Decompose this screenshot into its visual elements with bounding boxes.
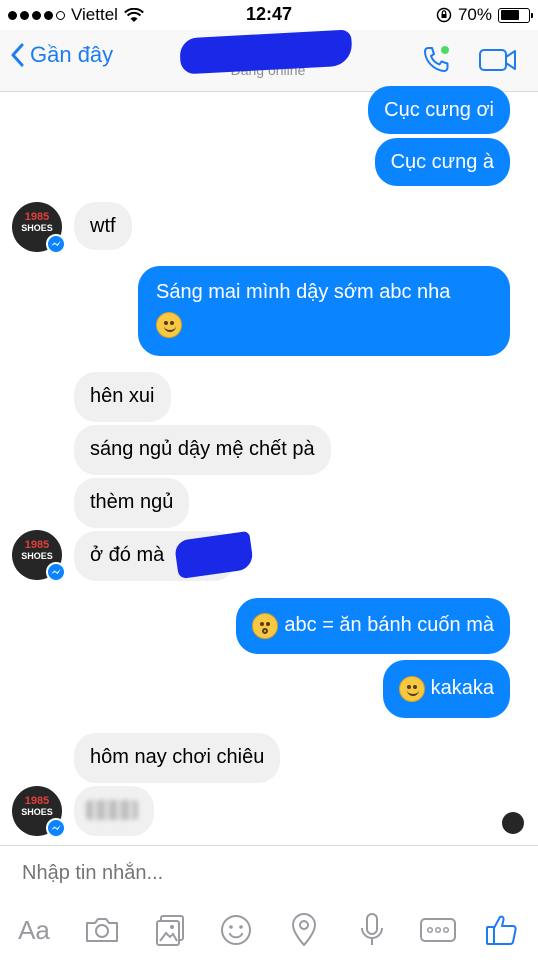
composer: Aa	[0, 845, 538, 960]
message-text: Cục cưng ơi	[384, 99, 494, 121]
message-incoming[interactable]: hôm nay chơi chiêu	[74, 733, 281, 783]
blurred-content	[86, 800, 138, 820]
camera-icon	[86, 918, 118, 942]
microphone-icon	[361, 913, 383, 945]
battery-fill	[500, 10, 520, 20]
messenger-badge-icon	[46, 818, 66, 838]
more-options-icon	[420, 918, 456, 942]
contact-title[interactable]: Đang online	[179, 29, 356, 84]
message-text: Cục cưng à	[390, 151, 494, 173]
message-text: ở đó mà	[90, 544, 165, 566]
back-label: Gần đây	[30, 42, 114, 67]
orientation-lock-icon	[436, 7, 452, 23]
chevron-left-icon	[11, 43, 24, 67]
message-outgoing[interactable]: Sáng mai mình dậy sớm abc nha	[138, 266, 510, 356]
message-incoming[interactable]: thèm ngủ	[74, 478, 190, 528]
conversation-header: Gần đây Đang online	[0, 29, 538, 92]
message-text: abc = ăn bánh cuốn mà	[284, 614, 494, 636]
message-text: sáng ngủ dậy mệ chết pà	[90, 438, 315, 460]
battery-icon	[498, 7, 533, 23]
smiley-icon	[221, 915, 251, 945]
message-text: thèm ngủ	[90, 491, 174, 513]
message-input[interactable]	[22, 862, 502, 885]
flushed-emoji-icon	[252, 612, 279, 639]
back-button[interactable]: Gần đây	[10, 42, 113, 68]
thumbs-up-icon	[486, 915, 517, 945]
message-text: Sáng mai mình dậy sớm abc nha	[156, 281, 451, 303]
messenger-badge-icon	[46, 562, 66, 582]
video-call-icon[interactable]	[478, 46, 518, 74]
message-text: wtf	[90, 215, 116, 237]
photo-gallery-icon	[156, 915, 184, 946]
like-button[interactable]	[482, 910, 522, 950]
message-text: kakaka	[430, 677, 494, 699]
message-incoming[interactable]: wtf	[74, 202, 132, 250]
wink-emoji-icon	[156, 312, 182, 338]
message-incoming[interactable]: sáng ngủ dậy mệ chết pà	[74, 425, 331, 475]
message-text: hôm nay chơi chiêu	[90, 746, 265, 768]
text-format-button[interactable]: Aa	[14, 910, 54, 950]
message-outgoing[interactable]: kakaka	[382, 660, 510, 718]
gallery-button[interactable]	[150, 910, 190, 950]
messenger-badge-icon	[46, 234, 66, 254]
message-outgoing[interactable]: Cục cưng à	[374, 138, 510, 186]
nav-actions	[420, 44, 518, 76]
battery-percent: 70%	[457, 5, 492, 24]
voice-button[interactable]	[352, 910, 392, 950]
seen-avatar	[502, 812, 524, 834]
message-incoming-blurred[interactable]	[74, 786, 154, 836]
message-outgoing[interactable]: Cục cưng ơi	[368, 86, 510, 134]
message-text: hên xui	[90, 385, 155, 407]
message-incoming[interactable]: hên xui	[74, 372, 171, 422]
tears-of-joy-emoji-icon	[398, 675, 425, 702]
phone-call-icon[interactable]	[420, 44, 452, 76]
more-button[interactable]	[418, 910, 458, 950]
composer-toolbar: Aa	[0, 910, 538, 954]
location-button[interactable]	[284, 910, 324, 950]
location-pin-icon	[291, 913, 317, 947]
camera-button[interactable]	[82, 910, 122, 950]
text-format-label: Aa	[18, 914, 50, 945]
status-bar: Viettel 12:47 70%	[0, 0, 538, 30]
status-right: 70%	[436, 5, 533, 25]
message-outgoing[interactable]: abc = ăn bánh cuốn mà	[236, 598, 510, 654]
sticker-button[interactable]	[216, 910, 256, 950]
